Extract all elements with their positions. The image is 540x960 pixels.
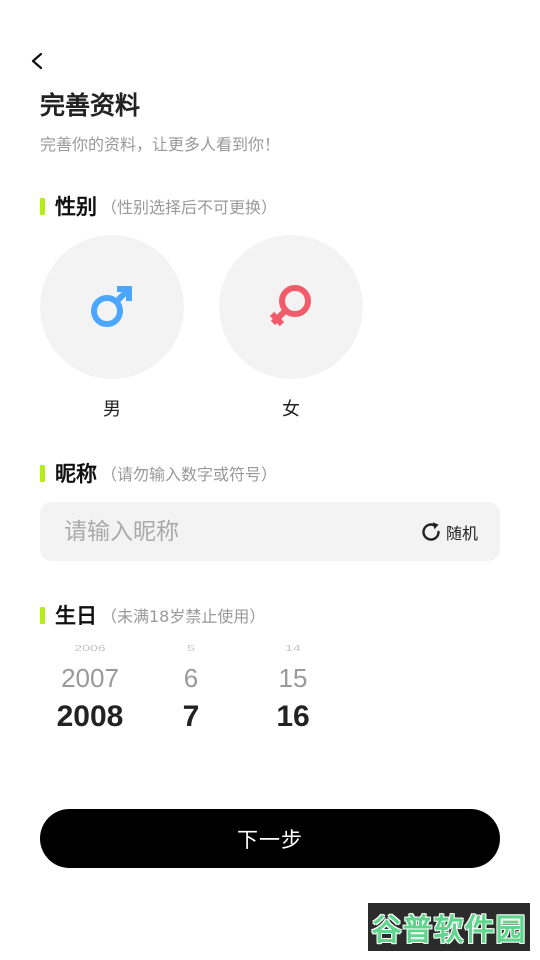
random-nickname-button[interactable]: 随机 <box>420 520 478 544</box>
page-title: 完善资料 <box>40 91 141 120</box>
day-selected[interactable]: 16 <box>243 698 340 736</box>
nickname-field: 随机 <box>40 502 500 561</box>
nickname-section-header: 昵称 （请勿输入数字或符号） <box>40 458 277 488</box>
gender-hint: （性别选择后不可更换） <box>101 198 278 217</box>
gender-circle-male[interactable] <box>40 235 184 379</box>
gender-option-male[interactable]: 男 <box>40 235 184 421</box>
gender-circle-female[interactable] <box>219 235 363 379</box>
day-option[interactable]: 15 <box>243 662 340 694</box>
gender-title: 性别 <box>55 195 97 219</box>
gender-label-female: 女 <box>282 399 300 420</box>
nickname-title: 昵称 <box>55 462 97 486</box>
chevron-left-icon <box>31 52 43 70</box>
birthday-hint: （未满18岁禁止使用） <box>101 607 266 626</box>
month-wheel[interactable]: 5 6 7 <box>141 644 241 739</box>
male-symbol-icon <box>91 286 132 327</box>
gender-option-female[interactable]: 女 <box>219 235 363 421</box>
gender-section-header: 性别 （性别选择后不可更换） <box>40 191 277 221</box>
year-wheel[interactable]: 2006 2007 2008 <box>40 644 140 739</box>
section-accent-bar <box>40 197 45 215</box>
profile-setup-screen: 完善资料 完善你的资料，让更多人看到你！ 性别 （性别选择后不可更换） 男 女 <box>0 0 540 960</box>
year-option[interactable]: 2006 <box>40 644 140 652</box>
birthday-section-header: 生日 （未满18岁禁止使用） <box>40 600 265 630</box>
month-option[interactable]: 6 <box>141 662 241 694</box>
month-option[interactable]: 5 <box>141 644 241 652</box>
page-subtitle: 完善你的资料，让更多人看到你！ <box>40 135 281 154</box>
nickname-hint: （请勿输入数字或符号） <box>101 465 278 484</box>
day-option[interactable]: 14 <box>243 644 340 652</box>
refresh-icon <box>422 521 440 541</box>
next-step-button[interactable]: 下一步 <box>40 809 500 868</box>
next-step-label: 下一步 <box>237 827 303 852</box>
back-button[interactable] <box>22 46 52 76</box>
female-symbol-icon <box>269 285 311 327</box>
birthday-picker: 2006 2007 2008 5 6 7 14 15 16 <box>40 644 340 739</box>
birthday-title: 生日 <box>55 604 97 628</box>
watermark-text: 谷普软件园 <box>371 913 527 948</box>
nickname-input[interactable] <box>40 502 420 561</box>
day-wheel[interactable]: 14 15 16 <box>243 644 340 739</box>
watermark-logo: 谷普软件园 <box>368 903 530 951</box>
year-selected[interactable]: 2008 <box>40 698 140 736</box>
section-accent-bar <box>40 606 45 624</box>
gender-label-male: 男 <box>103 399 121 420</box>
section-accent-bar <box>40 464 45 482</box>
month-selected[interactable]: 7 <box>141 698 241 736</box>
random-label: 随机 <box>445 523 478 543</box>
year-option[interactable]: 2007 <box>40 662 140 694</box>
